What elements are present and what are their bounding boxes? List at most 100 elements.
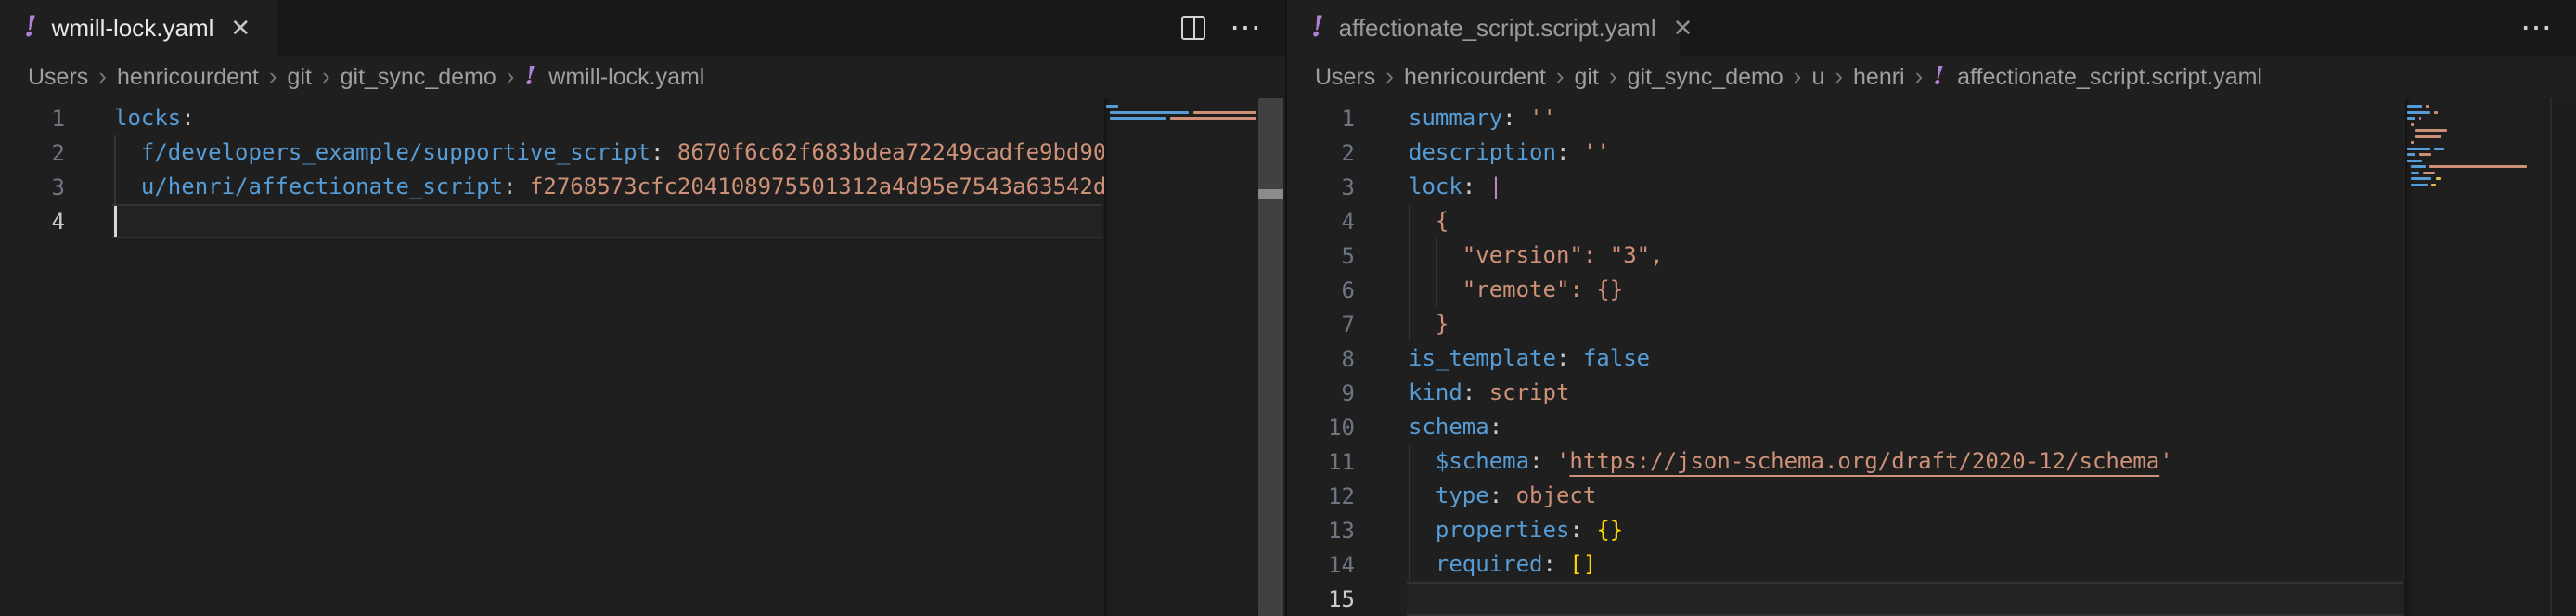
minimap-token — [2411, 165, 2426, 168]
code-text: u/henri/affectionate_script: f2768573cfc… — [114, 170, 1106, 204]
indent-guide — [1436, 238, 1437, 273]
code-text: description: '' — [1409, 135, 1610, 170]
breadcrumb-separator-icon: › — [1546, 62, 1575, 91]
minimap-line — [2405, 148, 2552, 150]
code-line[interactable]: 4 { — [1287, 204, 2576, 238]
minimap-line — [2405, 141, 2552, 144]
indent-guide — [1436, 273, 1437, 307]
minimap-token — [1170, 117, 1256, 120]
line-number: 1 — [0, 106, 114, 132]
line-number: 3 — [0, 174, 114, 200]
minimap-token — [2407, 105, 2422, 108]
code-line[interactable]: 14 required: [] — [1287, 547, 2576, 582]
line-number: 3 — [1287, 174, 1409, 200]
tab-bar-right: ! affectionate_script.script.yaml ✕ ⋯ — [1287, 0, 2576, 56]
breadcrumb-file[interactable]: !wmill-lock.yaml — [524, 64, 704, 91]
minimap-token — [1193, 111, 1256, 114]
minimap-token — [2426, 105, 2429, 108]
editor-group-right: ! affectionate_script.script.yaml ✕ ⋯ Us… — [1285, 0, 2576, 616]
breadcrumb-separator-icon: › — [312, 62, 341, 91]
code-line[interactable]: 7 } — [1287, 307, 2576, 341]
minimap-token — [2415, 135, 2441, 138]
code-line[interactable]: 9kind: script — [1287, 376, 2576, 410]
split-editor-icon[interactable] — [1181, 16, 1205, 40]
code-line[interactable]: 12 type: object — [1287, 479, 2576, 513]
code-line[interactable]: 1locks: — [0, 101, 1285, 135]
minimap-token — [2431, 184, 2436, 186]
code-text: properties: {} — [1409, 513, 1623, 547]
breadcrumb-item[interactable]: henri — [1853, 64, 1905, 91]
minimap-line — [1104, 105, 1258, 108]
code-line[interactable]: 11 $schema: 'https://json-schema.org/dra… — [1287, 444, 2576, 479]
line-number: 10 — [1287, 415, 1409, 441]
breadcrumb-item[interactable]: u — [1811, 64, 1824, 91]
code-text: lock: | — [1409, 170, 1502, 204]
scrollbar-track[interactable] — [2550, 98, 2576, 616]
line-number: 11 — [1287, 449, 1409, 475]
code-line[interactable]: 13 properties: {} — [1287, 513, 2576, 547]
breadcrumb-item[interactable]: git — [1575, 64, 1599, 91]
tab-affectionate-script[interactable]: ! affectionate_script.script.yaml ✕ — [1287, 0, 1680, 56]
editor[interactable]: 1summary: ''2description: ''3lock: |4 {5… — [1287, 98, 2576, 616]
code-line[interactable]: 5 "version": "3", — [1287, 238, 2576, 273]
vscode-editor-workbench: ! wmill-lock.yaml ✕ ⋯ Users›henricourden… — [0, 0, 2576, 616]
breadcrumb-item[interactable]: henricourdent — [1404, 64, 1546, 91]
breadcrumb-separator-icon: › — [1905, 62, 1934, 91]
code-line[interactable]: 10schema: — [1287, 410, 2576, 444]
minimap-line — [2405, 172, 2552, 174]
minimap-line — [2405, 105, 2552, 108]
line-number: 6 — [1287, 277, 1409, 303]
minimap-line — [2405, 129, 2552, 132]
more-actions-icon[interactable]: ⋯ — [1230, 12, 1263, 44]
code-line[interactable]: 8is_template: false — [1287, 341, 2576, 376]
indent-guide — [1409, 273, 1410, 307]
breadcrumb-item[interactable]: Users — [1315, 64, 1375, 91]
code-text: summary: '' — [1409, 101, 1556, 135]
breadcrumb-separator-icon: › — [496, 62, 525, 91]
breadcrumb-item[interactable]: git_sync_demo — [341, 64, 496, 91]
minimap[interactable] — [2405, 98, 2552, 616]
editor[interactable]: 1locks:2 f/developers_example/supportive… — [0, 98, 1285, 616]
code-text: { — [1409, 204, 1449, 238]
code-line[interactable]: 2 f/developers_example/supportive_script… — [0, 135, 1285, 170]
line-number: 2 — [0, 140, 114, 166]
tab-title: wmill-lock.yaml — [52, 14, 214, 43]
scrollbar[interactable] — [1258, 98, 1283, 616]
code-text: locks: — [114, 101, 195, 135]
minimap-token — [2411, 141, 2414, 144]
breadcrumb-item[interactable]: henricourdent — [117, 64, 259, 91]
minimap[interactable] — [1104, 98, 1258, 616]
code-line[interactable]: 2description: '' — [1287, 135, 2576, 170]
close-icon[interactable]: ✕ — [230, 16, 251, 40]
breadcrumb-file[interactable]: !affectionate_script.script.yaml — [1933, 64, 2262, 91]
more-actions-icon[interactable]: ⋯ — [2520, 12, 2554, 44]
minimap-token — [2411, 177, 2431, 180]
minimap-line — [2405, 160, 2552, 162]
minimap-token — [1106, 105, 1118, 108]
code-line[interactable]: 3 u/henri/affectionate_script: f2768573c… — [0, 170, 1285, 204]
code-text: required: [] — [1409, 547, 1596, 582]
line-number: 8 — [1287, 346, 1409, 372]
breadcrumb-item[interactable]: Users — [28, 64, 88, 91]
breadcrumb-item[interactable]: git_sync_demo — [1628, 64, 1784, 91]
close-icon[interactable]: ✕ — [1673, 16, 1694, 40]
code-line[interactable]: 1summary: '' — [1287, 101, 2576, 135]
minimap-line — [2405, 177, 2552, 180]
code-line[interactable]: 3lock: | — [1287, 170, 2576, 204]
editor-group-left: ! wmill-lock.yaml ✕ ⋯ Users › henricourden… — [0, 0, 1285, 616]
tab-title: affectionate_script.script.yaml — [1339, 14, 1656, 43]
line-number: 4 — [1287, 209, 1409, 235]
minimap-token — [2411, 184, 2428, 186]
tab-wmill-lock[interactable]: ! wmill-lock.yaml ✕ — [0, 0, 277, 56]
minimap-token — [2411, 172, 2419, 174]
breadcrumb-item[interactable]: git — [288, 64, 312, 91]
code-line[interactable]: 15 — [1287, 582, 2576, 616]
line-number: 4 — [0, 209, 114, 235]
line-number: 13 — [1287, 518, 1409, 544]
code-line[interactable]: 6 "remote": {} — [1287, 273, 2576, 307]
code-line[interactable]: 4 — [0, 204, 1285, 238]
minimap-line — [1104, 117, 1258, 120]
minimap-line — [2405, 135, 2552, 138]
minimap-line — [2405, 111, 2552, 114]
minimap-token — [2411, 123, 2414, 126]
